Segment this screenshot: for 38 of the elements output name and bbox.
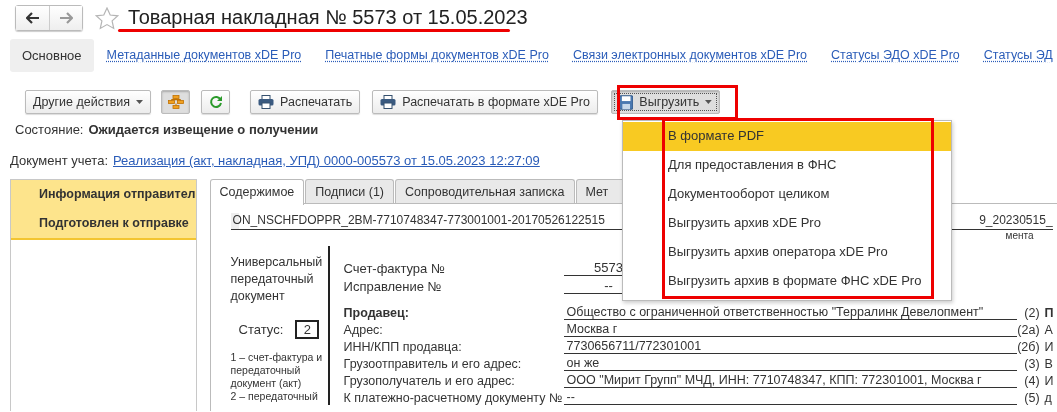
field-label: П [1043,306,1055,320]
field-label: И [1043,374,1055,388]
line-code: (2) [1023,306,1041,320]
field-label: Исправление № [343,279,443,294]
line-code: (4) [1023,374,1041,388]
status-value: 2 [295,320,320,339]
field-value: 7730656711/772301001 [563,339,1017,354]
field-label: А [1043,323,1054,337]
file-name: 9_20230515_ [979,213,1053,229]
line-code: (5) [1023,391,1041,405]
state-value: Ожидается извещение о получении [88,122,319,137]
accounting-document-label: Документ учета: [10,153,108,168]
field-label: Адрес: [343,323,384,337]
state-label: Состояние: [15,122,84,137]
field-value: Общество с ограниченной ответственностью "Терралинк Девелопмент" [563,305,1017,320]
caption-text: мента [1005,230,1034,241]
field-label: ИНН/КПП продавца: [343,340,463,354]
field-label: К платежно-расчетному документу № [343,391,564,405]
field-label: В [1043,357,1054,371]
status-label: Статус: [238,322,284,337]
field-label: Грузополучатель и его адрес: [343,374,516,388]
window-title: Товарная накладная № 5573 от 15.05.2023 [128,7,528,27]
field-label: д [1043,391,1053,405]
file-name: ON_NSCHFDOPPR_2BM-7710748347-773001001-20170526122515 [231,213,605,229]
field-label: Грузоотправитель и его адрес: [343,357,523,371]
form-title: Универсальный передаточный документ [230,254,324,305]
field-value: он же [563,356,1017,371]
field-value: ООО "Мирит Групп" МЧД, ИНН: 7710748347, КПП: 772301001, Москва г [563,373,1017,388]
line-code: (2а) [1016,323,1041,337]
field-label: И [1043,340,1055,354]
line-code: (2б) [1016,340,1041,354]
field-label: Счет-фактура № [343,261,446,276]
field-value: Москва г [563,322,1017,337]
status-note: 1 – счет-фактура и передаточный документ (акт) [230,351,324,390]
line-code: (3) [1023,357,1041,371]
section-heading: Продавец: [343,306,410,320]
status-note: 2 – передаточный [230,390,319,403]
field-value: -- [563,390,1017,405]
